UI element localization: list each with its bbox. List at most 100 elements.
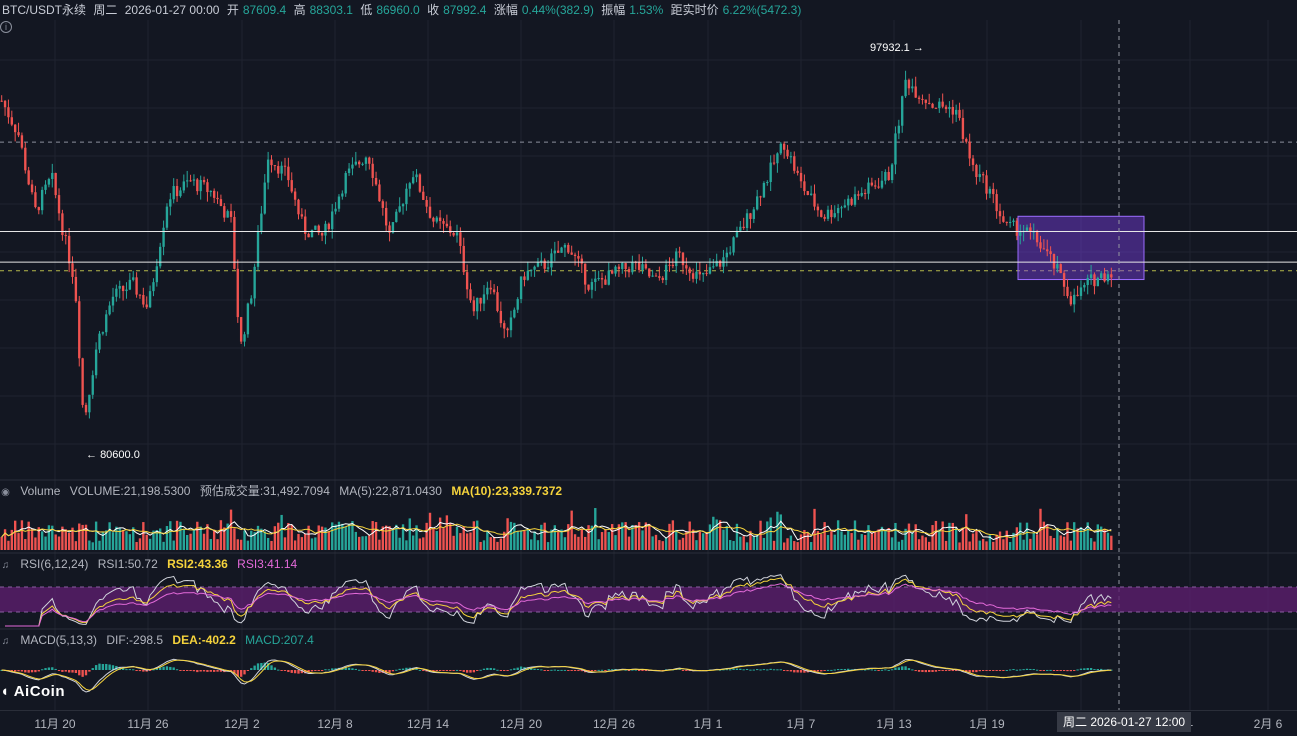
candle-body — [398, 206, 401, 212]
volume-bar — [189, 533, 192, 550]
candle-body — [324, 223, 327, 236]
candle-body — [1005, 221, 1008, 223]
volume-bar — [583, 536, 587, 550]
volume-bar — [654, 534, 658, 550]
candle-body — [37, 207, 40, 211]
candle-body — [664, 264, 668, 281]
volume-bar — [745, 542, 749, 550]
volume-bar — [793, 541, 796, 550]
macd-histogram-bar — [901, 666, 904, 670]
macd-histogram-bar — [24, 670, 27, 673]
candlestick-chart[interactable] — [0, 0, 1297, 710]
macd-histogram-bar — [503, 670, 506, 671]
candle-body — [796, 170, 799, 173]
macd-histogram-bar — [557, 669, 560, 671]
macd-histogram-bar — [739, 668, 742, 670]
macd-histogram-bar — [256, 663, 260, 670]
candle-body — [648, 268, 651, 277]
volume-bar — [708, 524, 712, 550]
candle-body — [374, 177, 378, 185]
ohlc-header: BTC/USDT永续 周二 2026-01-27 00:00 开 87609.4 … — [0, 0, 805, 20]
macd-histogram-bar — [816, 670, 820, 672]
info-icon[interactable]: i — [0, 21, 12, 33]
candle-body — [725, 252, 729, 258]
candle-body — [216, 197, 219, 200]
volume-bar — [931, 525, 934, 550]
volume-bar — [1049, 535, 1052, 550]
macd-histogram-bar — [637, 670, 641, 671]
volume-bar — [479, 541, 482, 550]
candle-body — [1008, 222, 1012, 224]
candle-body — [931, 103, 934, 108]
volume-bar — [691, 529, 695, 550]
macd-histogram-bar — [604, 670, 607, 671]
macd-histogram-bar — [685, 670, 688, 671]
macd-histogram-bar — [553, 669, 556, 671]
x-tick: 1月 7 — [786, 717, 816, 731]
candle-body — [293, 191, 297, 200]
macd-histogram-bar — [442, 670, 445, 671]
macd-histogram-bar — [1096, 669, 1100, 671]
rsi-band — [0, 587, 1297, 612]
volume-bar — [954, 527, 958, 550]
candle-body — [74, 276, 78, 302]
macd-histogram-bar — [786, 670, 789, 672]
macd-histogram-bar — [199, 670, 202, 672]
candle-body — [843, 205, 847, 208]
macd-histogram-bar — [175, 669, 179, 671]
volume-bar — [371, 521, 374, 550]
candle-body — [826, 209, 830, 219]
macd-histogram-bar — [395, 669, 398, 671]
candle-body — [128, 279, 132, 290]
candle-body — [867, 182, 870, 194]
candle-body — [610, 270, 614, 274]
candle-body — [435, 217, 438, 222]
macd-histogram-bar — [772, 669, 776, 671]
macd-histogram-bar — [796, 670, 799, 673]
candle-body — [887, 171, 890, 181]
candle-body — [705, 272, 708, 274]
volume-bar — [442, 528, 445, 550]
x-tick: 12月 8 — [317, 717, 353, 731]
candle-body — [415, 174, 418, 178]
macd-histogram-bar — [894, 667, 897, 670]
candle-body — [486, 287, 489, 295]
candle-body — [560, 247, 563, 253]
volume-bar — [823, 522, 826, 550]
volume-bar — [88, 540, 91, 550]
volume-bar — [981, 538, 985, 550]
volume-bar — [975, 529, 978, 550]
distance-value: 6.22%(5472.3) — [722, 3, 802, 17]
macd-histogram-bar — [560, 669, 563, 671]
macd-histogram-bar — [30, 670, 34, 673]
volume-bar — [1032, 533, 1035, 550]
volume-bar — [634, 525, 637, 550]
bell-icon[interactable]: ♫ — [0, 634, 11, 650]
candle-body — [546, 267, 550, 269]
macd-histogram-bar — [253, 665, 256, 670]
macd-histogram-bar — [492, 668, 496, 670]
volume-bar — [314, 537, 317, 550]
candle-body — [408, 183, 411, 189]
eye-icon[interactable]: ◉ — [0, 485, 11, 501]
volume-bar — [863, 535, 867, 550]
macd-histogram-bar — [34, 670, 37, 673]
volume-bar — [688, 521, 691, 550]
volume-bar — [1089, 538, 1093, 550]
bell-icon[interactable]: ♫ — [0, 558, 11, 574]
candle-body — [550, 253, 553, 268]
macd-histogram-bar — [472, 670, 476, 673]
candle-body — [81, 358, 84, 405]
x-axis[interactable]: 11月 20 11月 26 12月 2 12月 8 12月 14 12月 20 … — [0, 710, 1297, 736]
x-tick: 12月 20 — [499, 717, 543, 731]
candle-body — [472, 300, 476, 312]
volume-bar — [1025, 522, 1029, 550]
volume-bar — [334, 524, 337, 550]
candle-body — [975, 164, 978, 178]
candle-body — [105, 314, 108, 333]
candle-body — [587, 284, 590, 290]
macd-histogram-bar — [948, 670, 951, 671]
volume-bar — [361, 536, 364, 550]
macd-histogram-bar — [1059, 670, 1062, 671]
volume-bar — [145, 534, 148, 550]
